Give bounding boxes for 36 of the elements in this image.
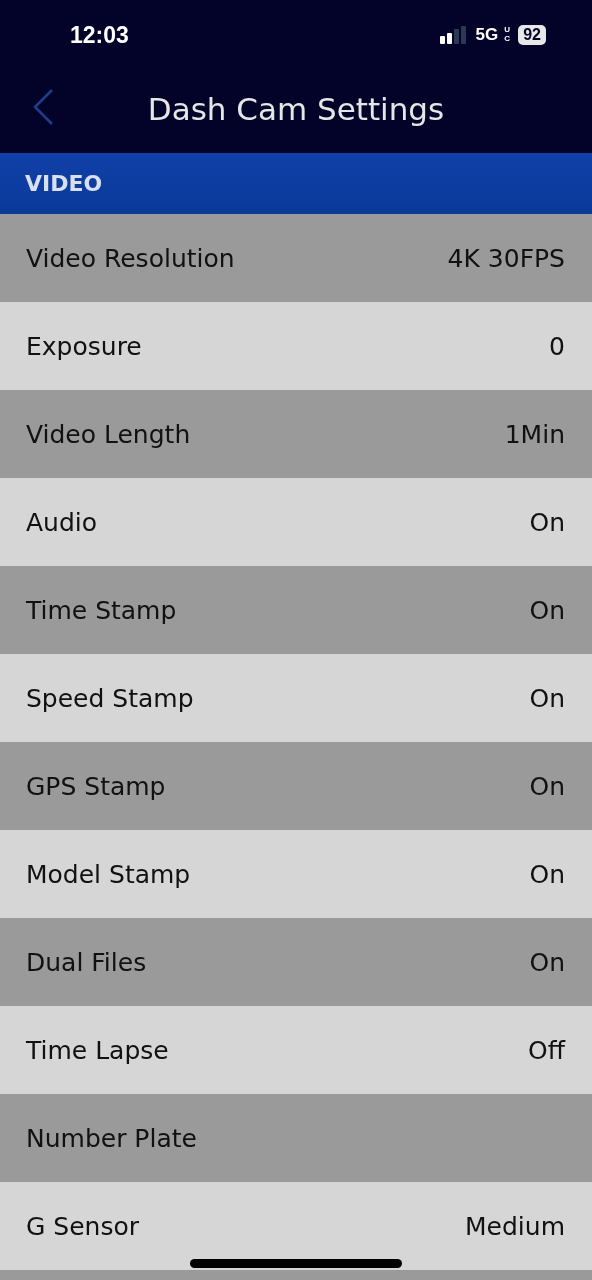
setting-label: Audio [26,507,98,537]
setting-value: On [529,771,565,801]
setting-value: On [529,595,565,625]
setting-value: On [529,683,565,713]
setting-value: 0 [549,331,565,361]
section-title: VIDEO [25,171,103,196]
battery-level: 92 [518,25,546,45]
setting-label: Dual Files [26,947,147,977]
network-label: 5G [475,25,499,45]
setting-value: On [529,947,565,977]
setting-label: GPS Stamp [26,771,166,801]
settings-row[interactable]: G Sensor Medium [0,1182,592,1270]
setting-value: Off [528,1035,565,1065]
back-icon[interactable] [32,88,54,126]
settings-row[interactable]: Model Stamp On [0,830,592,918]
settings-row[interactable]: Audio On [0,478,592,566]
setting-label: Video Resolution [26,243,235,273]
network-suffix-label: UC [504,26,511,44]
setting-label: G Sensor [26,1211,139,1241]
setting-label: Number Plate [26,1123,197,1153]
setting-label: Exposure [26,331,142,361]
setting-value: On [529,859,565,889]
settings-row[interactable]: Exposure 0 [0,302,592,390]
setting-value: 4K 30FPS [447,243,565,273]
setting-value: 1Min [504,419,565,449]
setting-label: Video Length [26,419,191,449]
setting-label: Speed Stamp [26,683,194,713]
setting-label: Time Lapse [26,1035,169,1065]
setting-value: Medium [465,1211,565,1241]
page-title: Dash Cam Settings [147,90,445,127]
settings-row[interactable]: Time Lapse Off [0,1006,592,1094]
setting-label: Model Stamp [26,859,191,889]
settings-row[interactable]: Speed Stamp On [0,654,592,742]
setting-label: Time Stamp [26,595,177,625]
status-time: 12:03 [70,21,129,49]
setting-value: On [529,507,565,537]
